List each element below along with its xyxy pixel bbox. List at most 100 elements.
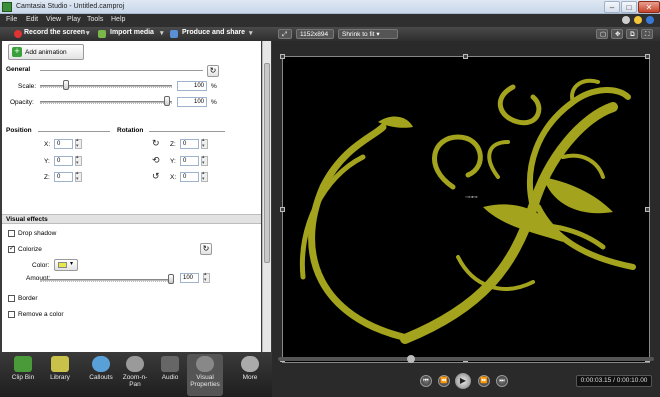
opacity-slider-knob[interactable]: [164, 96, 170, 106]
import-dropdown-arrow[interactable]: ▾: [160, 29, 164, 37]
playback-scrubber[interactable]: [278, 355, 654, 363]
maximize-button[interactable]: □: [621, 1, 637, 13]
callouts-icon: [92, 356, 110, 372]
menu-bar: File Edit View Play Tools Help: [0, 14, 660, 27]
amount-field[interactable]: 100: [180, 273, 199, 283]
record-screen-button[interactable]: Record the screen: [24, 29, 85, 36]
resize-handle-n[interactable]: [463, 54, 468, 59]
amount-slider-knob[interactable]: [168, 274, 174, 284]
rotation-x-field[interactable]: 0: [180, 172, 199, 182]
plus-icon: +: [12, 47, 22, 57]
camtasia-app-icon: [2, 2, 12, 12]
menu-file[interactable]: File: [6, 16, 17, 23]
video-canvas[interactable]: ⊸⊷: [280, 54, 650, 363]
play-button[interactable]: ▶: [455, 373, 471, 389]
speaker-icon: [161, 356, 179, 372]
colorize-checkbox[interactable]: [8, 244, 15, 253]
position-z-label: Z:: [44, 174, 50, 181]
rotation-y-spinner[interactable]: [201, 154, 208, 166]
remove-color-checkbox[interactable]: [8, 311, 15, 318]
opacity-field[interactable]: 100: [177, 97, 207, 107]
notification-bell-icon[interactable]: [622, 16, 630, 24]
skip-back-button[interactable]: ⏮: [420, 375, 432, 387]
rotation-x-spinner[interactable]: [201, 170, 208, 182]
record-dropdown-arrow[interactable]: ▾: [86, 29, 90, 37]
crop-icon[interactable]: ▢: [596, 29, 608, 39]
position-divider: [38, 131, 110, 132]
scale-slider[interactable]: [40, 85, 172, 87]
tab-zoom-n-pan[interactable]: Zoom-n-Pan: [118, 354, 152, 396]
magnifier-icon: [126, 356, 144, 372]
rotation-z-label: Z:: [170, 141, 176, 148]
position-y-spinner[interactable]: [75, 154, 82, 166]
produce-share-button[interactable]: Produce and share: [182, 29, 245, 36]
scale-field[interactable]: 100: [177, 81, 207, 91]
reset-general-button[interactable]: ↻: [207, 65, 219, 77]
position-z-spinner[interactable]: [75, 170, 82, 182]
drop-shadow-checkbox[interactable]: [8, 230, 15, 237]
tab-clip-bin[interactable]: Clip Bin: [4, 354, 42, 396]
rotation-z-spinner[interactable]: [201, 137, 208, 149]
scale-unit: %: [211, 83, 217, 90]
scale-slider-knob[interactable]: [63, 80, 69, 90]
rewind-button[interactable]: ⏪: [438, 375, 450, 387]
rotation-x-label: X:: [170, 174, 177, 181]
menu-edit[interactable]: Edit: [26, 16, 38, 23]
resize-handle-w[interactable]: [280, 207, 285, 212]
clip-bin-icon: [14, 356, 32, 372]
position-x-spinner[interactable]: [75, 137, 82, 149]
scrollbar-thumb[interactable]: [264, 63, 270, 263]
tab-audio[interactable]: Audio: [154, 354, 186, 396]
amount-slider[interactable]: [40, 279, 172, 281]
record-icon: [14, 30, 22, 38]
produce-dropdown-arrow[interactable]: ▾: [249, 29, 253, 37]
position-y-field[interactable]: 0: [54, 156, 73, 166]
resize-handle-e[interactable]: [645, 207, 650, 212]
help-icon[interactable]: [646, 16, 654, 24]
tab-visual-properties[interactable]: Visual Properties: [187, 354, 223, 396]
rotation-section-title: Rotation: [117, 127, 144, 134]
menu-play[interactable]: Play: [67, 16, 81, 23]
close-button[interactable]: ✕: [638, 1, 660, 13]
resize-handle-ne[interactable]: [645, 54, 650, 59]
color-picker-button[interactable]: ▾: [54, 259, 78, 271]
main-toolbar: Record the screen ▾ Import media ▾ Produ…: [0, 27, 272, 41]
tab-library[interactable]: Library: [42, 354, 78, 396]
preview-panel: ⤢ 1152x894 Shrink to fit ▾ ▢ ✥ ⧉ ⛶ ⊸⊷ ⏮ …: [272, 27, 660, 397]
properties-scrollbar[interactable]: [262, 41, 271, 352]
rotation-z-field[interactable]: 0: [180, 139, 199, 149]
amount-spinner[interactable]: [203, 271, 210, 283]
position-x-field[interactable]: 0: [54, 139, 73, 149]
opacity-slider[interactable]: [40, 101, 172, 103]
position-y-label: Y:: [44, 158, 50, 165]
border-checkbox[interactable]: [8, 295, 15, 302]
maximize-preview-icon[interactable]: ⛶: [641, 29, 653, 39]
pan-icon[interactable]: ✥: [611, 29, 623, 39]
reset-colorize-button[interactable]: ↻: [200, 243, 212, 255]
minimize-button[interactable]: –: [604, 1, 620, 13]
menu-tools[interactable]: Tools: [87, 16, 103, 23]
resize-handle-nw[interactable]: [280, 54, 285, 59]
fast-forward-button[interactable]: ⏩: [478, 375, 490, 387]
visual-effects-title: Visual effects: [6, 216, 48, 223]
tab-more[interactable]: More: [232, 354, 268, 396]
opacity-unit: %: [211, 99, 217, 106]
flourish-graphic: ⊸⊷: [299, 78, 636, 344]
position-z-field[interactable]: 0: [54, 172, 73, 182]
tip-bulb-icon[interactable]: [634, 16, 642, 24]
menu-view[interactable]: View: [46, 16, 61, 23]
canvas-dimensions-button[interactable]: 1152x894: [296, 29, 334, 39]
skip-forward-button[interactable]: ⏭: [496, 375, 508, 387]
tab-callouts[interactable]: Callouts: [84, 354, 118, 396]
zoom-select[interactable]: Shrink to fit ▾: [338, 29, 398, 39]
import-media-button[interactable]: Import media: [110, 29, 154, 36]
add-animation-button[interactable]: + Add animation: [8, 44, 84, 60]
scrubber-knob[interactable]: [407, 355, 415, 363]
opacity-label: Opacity:: [10, 99, 34, 106]
color-label: Color:: [32, 262, 50, 269]
menu-help[interactable]: Help: [111, 16, 125, 23]
timecode-display: 0:00:03.15 / 0:00:10.00: [576, 375, 652, 387]
rotation-y-field[interactable]: 0: [180, 156, 199, 166]
fullscreen-toggle-button[interactable]: ⤢: [278, 29, 292, 39]
detach-icon[interactable]: ⧉: [626, 29, 638, 39]
